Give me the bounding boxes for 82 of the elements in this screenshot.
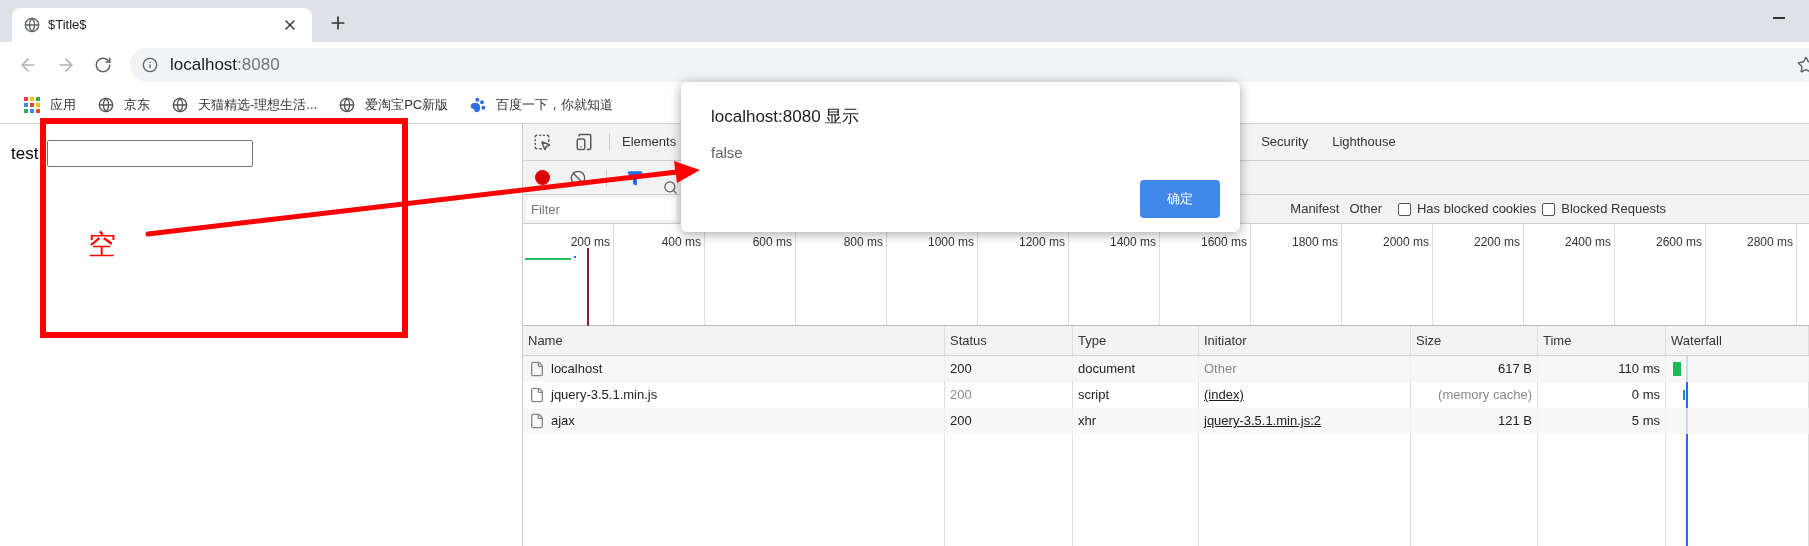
address-bar[interactable]: localhost:8080: [130, 47, 1809, 82]
globe-icon: [339, 97, 356, 113]
tick-label: 1400 ms: [1109, 235, 1156, 249]
devtools-tab[interactable]: Elements: [610, 124, 689, 160]
table-cell: 110 ms: [1618, 361, 1660, 377]
devtools-tab[interactable]: Lighthouse: [1320, 124, 1408, 160]
table-cell[interactable]: ajax: [551, 411, 575, 431]
column-header[interactable]: Type: [1078, 330, 1107, 351]
tick-label: 600 ms: [752, 235, 792, 249]
tick-label: 2800 ms: [1746, 235, 1793, 249]
checkbox[interactable]: [1542, 202, 1556, 216]
filter-icon[interactable]: [627, 169, 643, 186]
dialog-message: false: [711, 142, 744, 163]
file-icon: [529, 387, 545, 403]
tab-title: $Title$: [48, 16, 88, 35]
column-header[interactable]: Status: [950, 330, 987, 351]
tick-label: 2600 ms: [1655, 235, 1702, 249]
table-cell: 200: [950, 413, 972, 429]
initiator-link[interactable]: (index): [1204, 387, 1244, 403]
file-icon: [529, 361, 545, 377]
table-cell: script: [1078, 387, 1110, 403]
bookmark-item[interactable]: 应用: [24, 95, 76, 115]
url-text: localhost:8080: [170, 53, 280, 76]
table-cell: (memory cache): [1438, 387, 1532, 403]
annotation-text: 空: [88, 228, 116, 262]
column-header[interactable]: Waterfall: [1671, 330, 1722, 351]
tick-label: 1000 ms: [927, 235, 974, 249]
tick-label: 2400 ms: [1564, 235, 1611, 249]
checkbox[interactable]: [1398, 202, 1411, 216]
tick-label: 800 ms: [843, 235, 883, 249]
table-cell: 617 B: [1498, 361, 1532, 377]
type-filter[interactable]: Manifest: [1290, 199, 1340, 219]
bookmark-item[interactable]: 天猫精选-理想生活...: [172, 95, 318, 115]
tick-label: 1200 ms: [1018, 235, 1065, 249]
bookmark-item[interactable]: 百度一下，你就知道: [470, 95, 614, 115]
table-cell: xhr: [1078, 413, 1097, 429]
column-header[interactable]: Initiator: [1204, 330, 1247, 351]
timing-bar: [1673, 362, 1681, 376]
table-cell[interactable]: localhost: [551, 359, 603, 379]
table-cell[interactable]: jquery-3.5.1.min.js: [551, 385, 658, 405]
tick-label: 2200 ms: [1473, 235, 1520, 249]
reload-icon[interactable]: [94, 55, 112, 74]
initiator-link[interactable]: jquery-3.5.1.min.js:2: [1204, 413, 1322, 429]
table-cell: 200: [950, 387, 972, 403]
file-icon: [529, 413, 545, 429]
tick-label: 1800 ms: [1291, 235, 1338, 249]
browser-tab[interactable]: $Title$: [12, 8, 312, 42]
tick-label: 400 ms: [661, 235, 701, 249]
devtools-tab[interactable]: Security: [1249, 124, 1321, 160]
globe-icon: [24, 17, 40, 33]
table-cell: 5 ms: [1631, 413, 1660, 429]
table-cell: 0 ms: [1631, 387, 1660, 403]
inspect-icon[interactable]: [533, 133, 551, 151]
minimize-icon: [1773, 17, 1785, 19]
tick-label: 2000 ms: [1382, 235, 1429, 249]
bookmark-star-icon[interactable]: [1797, 55, 1809, 74]
type-filter[interactable]: Other: [1349, 199, 1382, 219]
table-cell: 121 B: [1498, 413, 1532, 429]
paw-icon: [470, 97, 487, 113]
tick-label: 1600 ms: [1200, 235, 1247, 249]
device-icon[interactable]: [575, 133, 593, 151]
tick-label: 200 ms: [570, 235, 610, 249]
bookmark-item[interactable]: 爱淘宝PC新版: [339, 95, 449, 115]
table-cell: document: [1078, 361, 1136, 377]
table-cell: 200: [950, 361, 972, 377]
apps-grid-icon: [24, 97, 40, 113]
info-icon: [142, 56, 158, 73]
globe-icon: [98, 97, 114, 113]
search-icon[interactable]: [663, 180, 678, 195]
column-header[interactable]: Size: [1416, 330, 1442, 351]
checkbox-label: Blocked Requests: [1561, 200, 1666, 219]
globe-icon: [172, 97, 188, 113]
table-cell: Other: [1204, 361, 1237, 377]
dialog-title: localhost:8080 显示: [711, 106, 861, 128]
ok-button[interactable]: 确定: [1140, 180, 1220, 218]
filter-field[interactable]: Filter: [526, 198, 676, 220]
column-header[interactable]: Time: [1543, 330, 1572, 351]
column-header[interactable]: Name: [528, 330, 563, 351]
checkbox-label: Has blocked cookies: [1417, 200, 1537, 219]
record-button[interactable]: [535, 170, 550, 185]
bookmark-item[interactable]: 京东: [98, 95, 150, 115]
input-field[interactable]: [47, 140, 254, 167]
